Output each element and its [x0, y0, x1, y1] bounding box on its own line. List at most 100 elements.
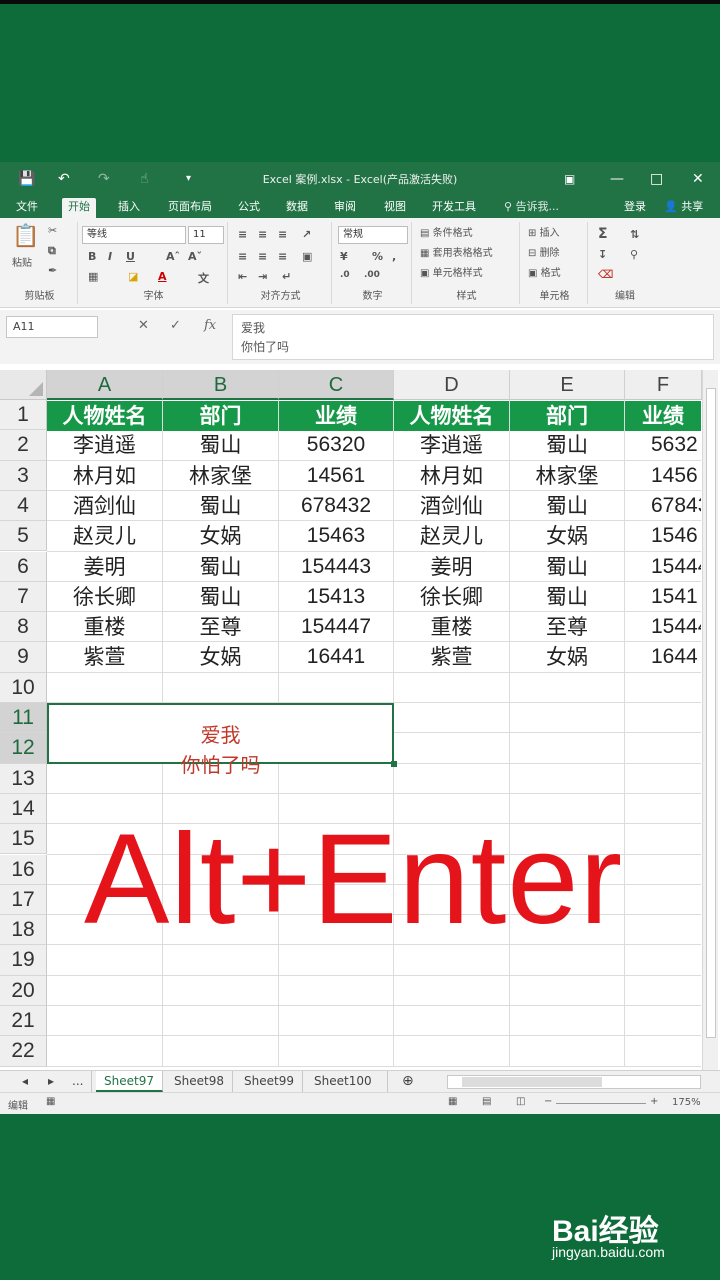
table-cell[interactable]: 酒剑仙 — [394, 491, 509, 521]
minimize-icon[interactable]: — — [610, 169, 624, 189]
table-cell[interactable]: 女娲 — [510, 642, 624, 672]
table-cell[interactable]: 67843 — [625, 491, 701, 521]
row-header-22[interactable]: 22 — [0, 1036, 47, 1067]
table-cell[interactable]: 1644 — [625, 642, 701, 672]
table-cell[interactable]: 1546 — [625, 521, 701, 551]
percent-icon[interactable]: % — [372, 250, 383, 263]
zoom-slider[interactable] — [556, 1103, 646, 1104]
row-header-14[interactable]: 14 — [0, 793, 47, 825]
tab-data[interactable]: 数据 — [280, 198, 314, 218]
font-size-select[interactable]: 11 — [188, 226, 224, 244]
table-cell[interactable]: 蜀山 — [510, 582, 624, 612]
table-cell[interactable]: 蜀山 — [510, 430, 624, 460]
row-header-4[interactable]: 4 — [0, 490, 47, 522]
table-header-cell[interactable]: 部门 — [163, 401, 278, 431]
tab-review[interactable]: 审阅 — [328, 198, 362, 218]
table-header-cell[interactable]: 部门 — [510, 401, 624, 431]
tab-home[interactable]: 开始 — [62, 198, 96, 218]
sort-filter-icon[interactable]: ⇅ — [630, 228, 639, 241]
format-painter-icon[interactable]: ✒ — [48, 264, 57, 277]
cell-styles-button[interactable]: ▣ 单元格样式 — [420, 266, 483, 282]
row-header-2[interactable]: 2 — [0, 430, 47, 461]
table-cell[interactable]: 蜀山 — [510, 491, 624, 521]
table-cell[interactable]: 酒剑仙 — [47, 491, 162, 521]
table-header-cell[interactable]: 人物姓名 — [47, 401, 162, 431]
table-cell[interactable]: 蜀山 — [163, 552, 278, 582]
table-cell[interactable]: 女娲 — [510, 521, 624, 551]
select-all-corner[interactable] — [0, 370, 47, 400]
comma-icon[interactable]: , — [392, 250, 396, 263]
table-cell[interactable]: 至尊 — [163, 612, 278, 642]
merge-center-icon[interactable]: ▣ — [302, 250, 312, 263]
wrap-text-icon[interactable]: ↵ — [282, 270, 291, 283]
login-link[interactable]: 登录 — [618, 198, 652, 218]
worksheet-grid[interactable]: A B C D E F 1 2 3 4 5 6 7 8 9 10 11 12 13 14 15 16 17 18 19 20 21 2… — [0, 370, 720, 1070]
close-icon[interactable]: ✕ — [692, 169, 704, 189]
table-cell[interactable]: 678432 — [279, 491, 393, 521]
macro-record-icon[interactable]: ▦ — [46, 1096, 55, 1107]
vertical-scrollbar[interactable] — [702, 370, 718, 1070]
tell-me-box[interactable]: ⚲ 告诉我... — [498, 198, 565, 218]
table-cell[interactable]: 15444 — [625, 612, 701, 642]
table-cell[interactable]: 女娲 — [163, 521, 278, 551]
table-cell[interactable]: 15413 — [279, 582, 393, 612]
merged-cell-a11[interactable]: 爱我 你怕了吗 — [47, 703, 394, 777]
more-sheets[interactable]: ... — [64, 1071, 93, 1092]
fill-handle[interactable] — [391, 761, 397, 767]
maximize-icon[interactable]: □ — [650, 169, 663, 189]
increase-decimal-icon[interactable]: .0 — [340, 270, 350, 280]
align-bottom-icon[interactable]: ≡ — [278, 228, 287, 241]
paste-icon[interactable]: 📋 — [12, 224, 39, 249]
table-cell[interactable]: 至尊 — [510, 612, 624, 642]
autosum-icon[interactable]: Σ — [598, 226, 608, 242]
decrease-indent-icon[interactable]: ⇤ — [238, 270, 247, 283]
delete-cells-button[interactable]: ⊟ 删除 — [528, 246, 560, 262]
underline-icon[interactable]: U — [126, 250, 135, 263]
table-cell[interactable]: 姜明 — [47, 552, 162, 582]
align-right-icon[interactable]: ≡ — [278, 250, 287, 263]
cut-icon[interactable]: ✂ — [48, 224, 57, 237]
grow-font-icon[interactable]: Aˆ — [166, 250, 180, 263]
ribbon-display-icon[interactable]: ▣ — [564, 169, 575, 189]
tab-formulas[interactable]: 公式 — [232, 198, 266, 218]
align-top-icon[interactable]: ≡ — [238, 228, 247, 241]
table-cell[interactable]: 15444 — [625, 552, 701, 582]
table-cell[interactable]: 蜀山 — [163, 582, 278, 612]
table-cell[interactable]: 女娲 — [163, 642, 278, 672]
table-cell[interactable]: 重楼 — [47, 612, 162, 642]
row-header-11[interactable]: 11 — [0, 703, 47, 734]
sheet-tab-99[interactable]: Sheet99 — [236, 1071, 303, 1092]
enter-icon[interactable]: ✓ — [170, 318, 181, 333]
fill-color-icon[interactable]: ◪ — [128, 270, 138, 283]
row-header-10[interactable]: 10 — [0, 672, 47, 703]
row-header-12[interactable]: 12 — [0, 733, 47, 764]
font-color-icon[interactable]: A — [158, 270, 167, 283]
table-cell[interactable]: 16441 — [279, 642, 393, 672]
row-header-19[interactable]: 19 — [0, 945, 47, 976]
orientation-icon[interactable]: ↗ — [302, 228, 311, 241]
column-header-c[interactable]: C — [279, 370, 394, 400]
tab-file[interactable]: 文件 — [10, 198, 44, 218]
clear-icon[interactable]: ⌫ — [598, 268, 614, 281]
normal-view-icon[interactable]: ▦ — [448, 1096, 457, 1107]
row-header-13[interactable]: 13 — [0, 763, 47, 794]
table-header-cell[interactable]: 业绩 — [625, 401, 701, 431]
row-header-3[interactable]: 3 — [0, 460, 47, 491]
font-name-select[interactable]: 等线 — [82, 226, 186, 244]
formula-input[interactable]: 爱我 你怕了吗 — [232, 314, 714, 360]
insert-function-icon[interactable]: fx — [204, 318, 216, 333]
row-header-1[interactable]: 1 — [0, 400, 47, 431]
zoom-in-icon[interactable]: + — [650, 1096, 658, 1107]
column-header-b[interactable]: B — [163, 370, 279, 400]
align-center-icon[interactable]: ≡ — [258, 250, 267, 263]
align-middle-icon[interactable]: ≡ — [258, 228, 267, 241]
column-header-e[interactable]: E — [510, 370, 625, 400]
prev-sheet-icon[interactable]: ◂ — [14, 1071, 36, 1092]
tab-view[interactable]: 视图 — [378, 198, 412, 218]
horizontal-scroll-thumb[interactable] — [462, 1077, 602, 1087]
table-cell[interactable]: 蜀山 — [163, 430, 278, 460]
format-cells-button[interactable]: ▣ 格式 — [528, 266, 561, 282]
new-sheet-icon[interactable]: ⊕ — [394, 1071, 422, 1092]
table-cell[interactable]: 蜀山 — [163, 491, 278, 521]
phonetic-icon[interactable]: 文 — [198, 270, 209, 286]
